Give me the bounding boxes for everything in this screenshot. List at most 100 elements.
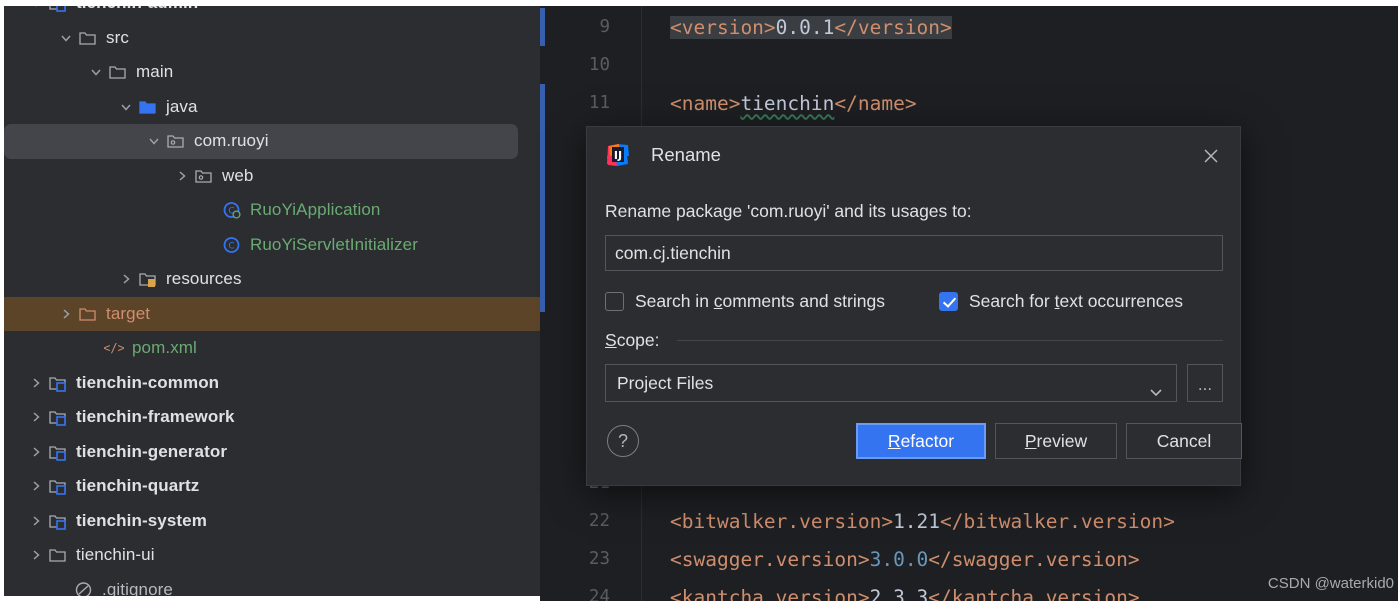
search-in-comments-checkbox[interactable] <box>605 292 624 311</box>
search-in-comments-checkbox-row[interactable]: Search in comments and strings <box>605 291 885 312</box>
project-tool-window[interactable]: tienchin-admin src main java com.ruoyi web C Ru… <box>4 0 540 601</box>
resources-folder-icon <box>136 269 160 289</box>
code-token: <swagger.version> <box>670 547 870 571</box>
tree-row-label: java <box>166 96 198 116</box>
tree-row[interactable]: target <box>4 296 540 332</box>
help-button[interactable]: ? <box>607 425 639 457</box>
preview-button[interactable]: Preview <box>995 423 1117 459</box>
chevron-right-icon[interactable] <box>26 538 46 573</box>
code-text: <swagger.version>3.0.0</swagger.version> <box>670 548 1140 571</box>
chevron-down-icon[interactable] <box>116 90 136 125</box>
cancel-button[interactable]: Cancel <box>1126 423 1242 459</box>
folder-icon <box>46 545 70 565</box>
code-text: <kantcha.version>2.3.3</kantcha.version> <box>670 586 1140 601</box>
module-folder-icon <box>46 373 70 393</box>
excluded-folder-icon <box>76 304 100 324</box>
tree-row[interactable]: tienchin-system <box>4 504 540 539</box>
tree-row[interactable]: resources <box>4 262 540 297</box>
tree-row-label: tienchin-common <box>76 372 220 392</box>
code-token: </kantcha.version> <box>928 585 1140 601</box>
chevron-down-icon[interactable] <box>56 21 76 56</box>
code-line[interactable]: 11 <name>tienchin</name> <box>540 84 1398 122</box>
tree-row[interactable]: tienchin-common <box>4 366 540 401</box>
tree-row[interactable]: tienchin-generator <box>4 435 540 470</box>
search-text-occurrences-label: Search for text occurrences <box>969 291 1184 311</box>
code-line[interactable]: 23 <swagger.version>3.0.0</swagger.versio… <box>540 540 1398 578</box>
chevron-right-icon[interactable] <box>26 469 46 504</box>
chevron-right-icon[interactable] <box>26 366 46 401</box>
chevron-right-icon[interactable] <box>56 297 76 332</box>
tree-row[interactable]: tienchin-quartz <box>4 469 540 504</box>
code-token: </bitwalker.version> <box>940 509 1175 533</box>
tree-row-label: RuoYiApplication <box>250 200 381 220</box>
tree-row-label: src <box>106 27 129 47</box>
tree-row-label: tienchin-framework <box>76 407 235 427</box>
rename-dialog[interactable]: IJ Rename Rename package 'com.ruoyi' and… <box>586 126 1242 486</box>
class-icon: C <box>220 235 244 255</box>
tree-row-label: pom.xml <box>132 338 197 358</box>
rename-prompt-label: Rename package 'com.ruoyi' and its usage… <box>605 201 972 221</box>
tree-arrow-placeholder <box>200 228 220 263</box>
tree-row[interactable]: java <box>4 90 540 125</box>
tree-row[interactable]: tienchin-ui <box>4 538 540 573</box>
dialog-title: Rename <box>651 144 721 165</box>
scope-combobox-value: Project Files <box>617 373 714 393</box>
chevron-right-icon[interactable] <box>26 435 46 470</box>
search-text-occurrences-checkbox-row[interactable]: Search for text occurrences <box>939 291 1183 312</box>
scope-group-divider <box>677 340 1223 341</box>
tree-row-label: tienchin-generator <box>76 441 228 461</box>
chevron-right-icon[interactable] <box>172 159 192 194</box>
folder-icon <box>76 28 100 48</box>
chevron-right-icon[interactable] <box>26 504 46 539</box>
code-line[interactable]: 22 <bitwalker.version>1.21</bitwalker.ver… <box>540 502 1398 540</box>
line-number: 23 <box>588 549 610 569</box>
csdn-watermark: CSDN @waterkid0 <box>1267 575 1394 592</box>
search-in-comments-label: Search in comments and strings <box>635 291 885 311</box>
tree-row[interactable]: </> pom.xml <box>4 331 540 366</box>
module-folder-icon <box>46 442 70 462</box>
code-token: <kantcha.version> <box>670 585 870 601</box>
code-token: 2.3.3 <box>869 585 929 601</box>
tree-row-label: tienchin-quartz <box>76 476 200 496</box>
tree-row[interactable]: web <box>4 159 540 194</box>
chevron-down-icon[interactable] <box>86 55 106 90</box>
code-token: <name> <box>670 91 741 115</box>
code-text: <version>0.0.1</version> <box>670 15 952 39</box>
scope-more-button[interactable]: ... <box>1187 364 1223 402</box>
code-token: <version> <box>670 15 776 39</box>
chevron-right-icon[interactable] <box>26 400 46 435</box>
chevron-right-icon[interactable] <box>116 262 136 297</box>
tree-row[interactable]: C RuoYiServletInitializer <box>4 228 540 263</box>
close-icon[interactable] <box>1198 143 1224 169</box>
code-token: 0.0.1 <box>775 15 835 39</box>
refactor-button[interactable]: Refactor <box>856 423 986 459</box>
svg-text:</>: </> <box>104 341 124 355</box>
svg-text:C: C <box>228 241 234 251</box>
module-folder-icon <box>46 511 70 531</box>
tree-row[interactable]: tienchin-framework <box>4 400 540 435</box>
search-text-occurrences-checkbox[interactable] <box>939 292 958 311</box>
xml-file-icon: </> <box>102 338 126 358</box>
tree-row[interactable]: src <box>4 21 540 56</box>
new-name-input[interactable]: com.cj.tienchin <box>605 235 1223 271</box>
tree-row[interactable]: com.ruoyi <box>4 124 518 159</box>
line-number: 22 <box>588 511 610 531</box>
intellij-idea-logo-icon: IJ <box>605 142 631 168</box>
tree-arrow-placeholder <box>82 331 102 366</box>
tree-row[interactable]: main <box>4 55 540 90</box>
scope-combobox[interactable]: Project Files <box>605 364 1177 402</box>
code-line[interactable]: 9 <version>0.0.1</version> <box>540 8 1398 46</box>
code-line[interactable]: 10 <box>540 46 1398 84</box>
spring-class-icon: C <box>220 200 244 220</box>
chevron-down-icon[interactable] <box>144 124 164 159</box>
tree-row[interactable]: C RuoYiApplication <box>4 193 540 228</box>
